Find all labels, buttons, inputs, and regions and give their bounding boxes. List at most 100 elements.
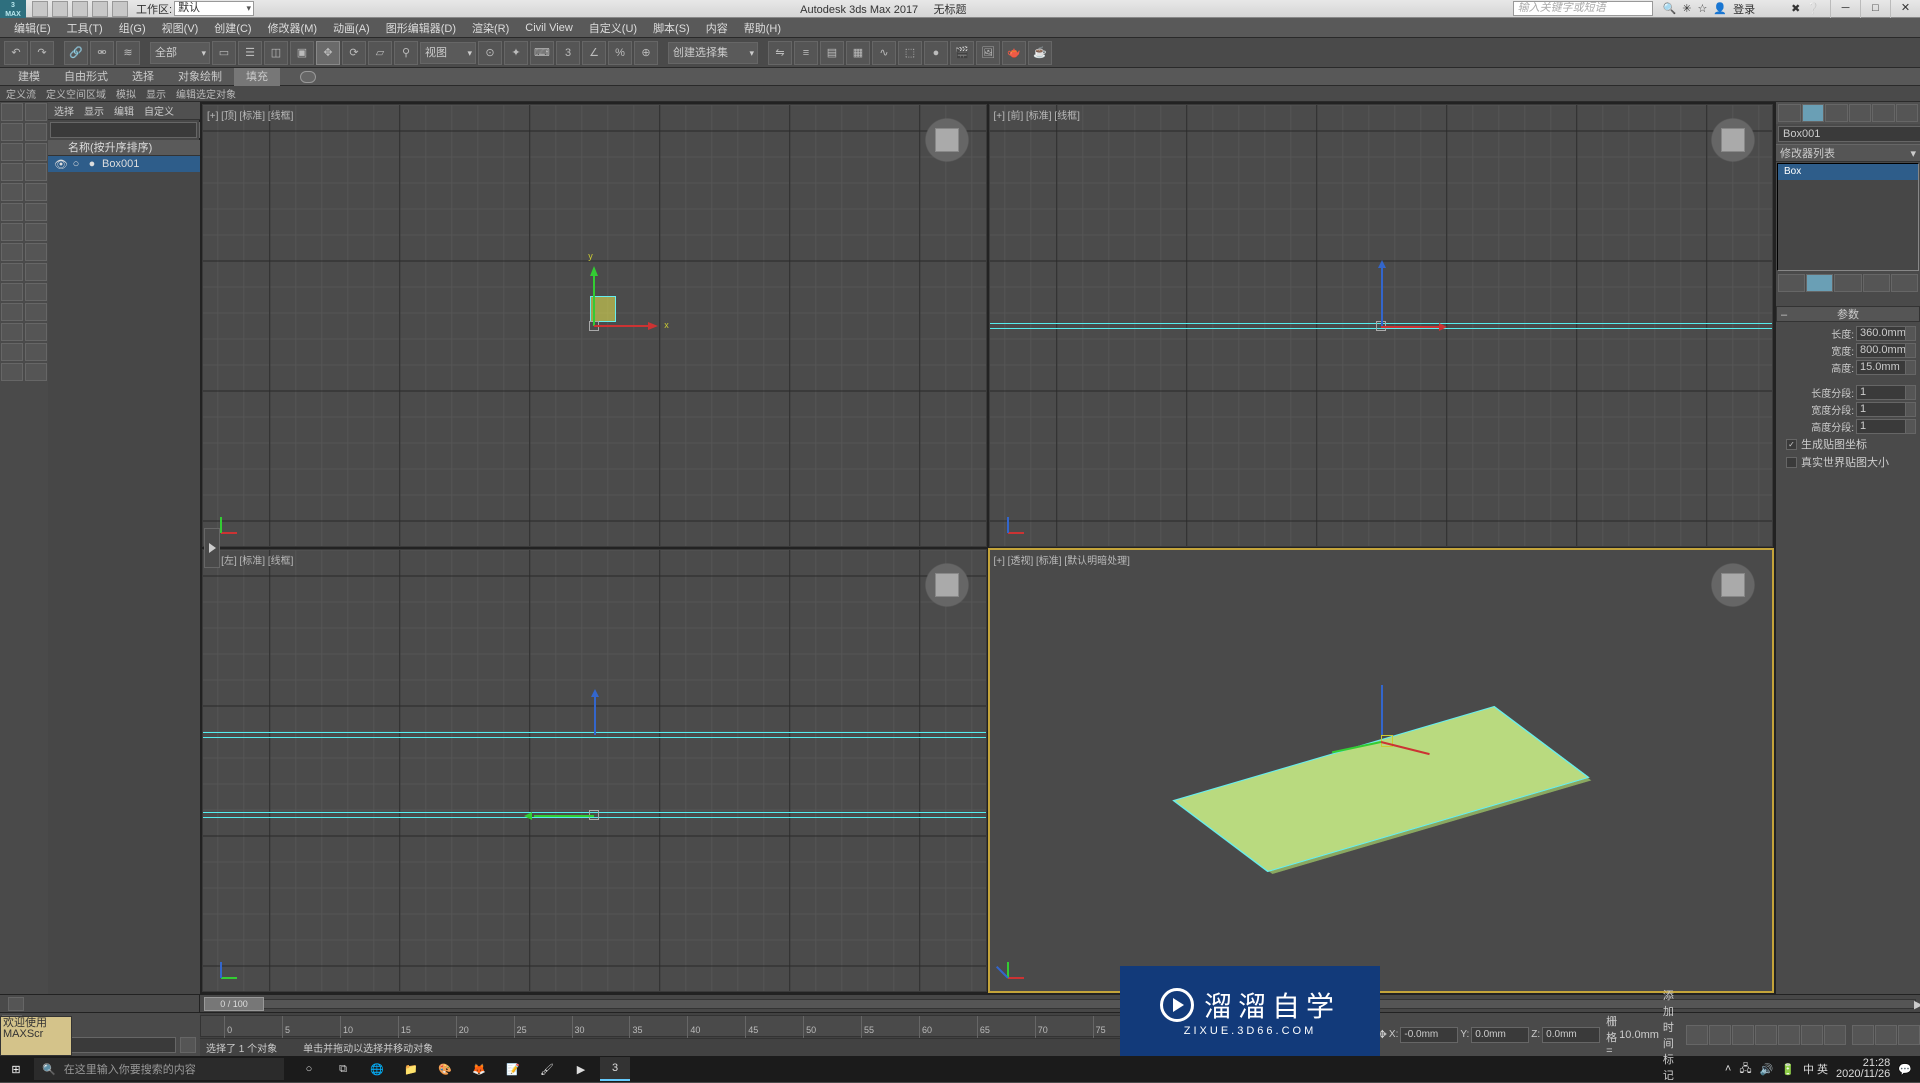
undo-icon[interactable]: ↶ [4,41,28,65]
viewport-label[interactable]: [+] [透视] [标准] [默认明暗处理] [994,552,1130,567]
cortana-icon[interactable]: ○ [294,1057,324,1081]
viewcube[interactable] [1706,113,1760,167]
filter-misc8-icon[interactable] [1,303,23,321]
curve-editor-icon[interactable]: ∿ [872,41,896,65]
key-mode-icon[interactable] [1801,1025,1823,1045]
edge-icon[interactable]: 🌐 [362,1057,392,1081]
qat-save-icon[interactable] [72,1,88,17]
menu-item[interactable]: 自定义(U) [583,20,643,36]
search-go-icon[interactable]: 🔍 [1663,2,1677,15]
render-setup-icon[interactable]: 🎬 [950,41,974,65]
coord-y-input[interactable]: 0.0mm [1471,1027,1529,1043]
help-icon[interactable]: ❔ [1806,2,1820,15]
object-name-input[interactable] [1778,126,1920,142]
filter-shapes-icon[interactable] [25,103,47,121]
menu-item[interactable]: 编辑(E) [8,20,57,36]
angle-snap-icon[interactable]: ∠ [582,41,606,65]
layer-explorer-icon[interactable]: ▤ [820,41,844,65]
menu-item[interactable]: 视图(V) [156,20,205,36]
utilities-tab-icon[interactable] [1896,104,1919,122]
stack-item-selected[interactable]: Box [1778,164,1918,180]
tray-network-icon[interactable]: 🖧 [1739,1060,1751,1079]
gizmo-y-axis[interactable] [593,276,595,326]
filter-misc3-icon[interactable] [25,243,47,261]
taskbar-search[interactable]: 🔍 在这里输入你要搜索的内容 [34,1058,284,1080]
prev-frame-icon[interactable] [1709,1025,1731,1045]
viewcube[interactable] [920,113,974,167]
pin-stack-icon[interactable] [1778,274,1805,292]
explorer-menu[interactable]: 选择 [54,103,74,118]
select-and-rotate-icon[interactable]: ⟳ [342,41,366,65]
filter-xrefs-icon[interactable] [25,163,47,181]
display-tab-icon[interactable] [1872,104,1895,122]
spinner-snap-icon[interactable]: ⊕ [634,41,658,65]
menu-item[interactable]: 工具(T) [61,20,109,36]
tray-clock[interactable]: 21:28 2020/11/26 [1836,1058,1890,1080]
zoom-extents-icon[interactable] [1898,1025,1920,1045]
spinner-arrows-icon[interactable] [1905,403,1915,416]
spinner-arrows-icon[interactable] [1905,386,1915,399]
viewport-front[interactable]: [+] [前] [标准] [线框] [989,104,1774,547]
modifier-list-combo[interactable]: 修改器列表 [1776,144,1920,162]
gizmo-z-axis[interactable] [594,695,596,735]
add-time-tag[interactable]: 添加时间标记 [1663,987,1674,1083]
minimize-button[interactable]: ─ [1830,0,1860,18]
length-spinner[interactable]: 360.0mm [1856,326,1916,341]
gizmo-z-axis[interactable] [1381,685,1383,735]
file-explorer-icon[interactable]: 📁 [396,1057,426,1081]
firefox-icon[interactable]: 🦊 [464,1057,494,1081]
gen-map-checkbox[interactable]: ✓ [1786,439,1797,450]
spinner-arrows-icon[interactable] [1905,344,1915,357]
menu-item[interactable]: 内容 [700,20,734,36]
exchange-icon[interactable]: ☆ [1698,2,1708,15]
menu-item[interactable]: 图形编辑器(D) [380,20,462,36]
menu-item[interactable]: 动画(A) [327,20,376,36]
spinner-arrows-icon[interactable] [1905,361,1915,374]
zoom-icon[interactable] [1852,1025,1874,1045]
ribbon-panel[interactable]: 显示 [146,86,166,101]
bind-spacewarp-icon[interactable]: ≋ [116,41,140,65]
filter-lights-icon[interactable] [1,123,23,141]
menu-item[interactable]: 修改器(M) [262,20,324,36]
viewcube[interactable] [1706,558,1760,612]
select-and-move-icon[interactable]: ✥ [316,41,340,65]
qat-redo-icon[interactable] [112,1,128,17]
absolute-relative-icon[interactable]: ✥ [1378,1028,1387,1041]
select-object-icon[interactable]: ▭ [212,41,236,65]
named-selection-combo[interactable]: 创建选择集 [668,42,758,64]
material-editor-icon[interactable]: ● [924,41,948,65]
lock-selection-icon[interactable]: 🔒 [1362,1028,1376,1041]
ribbon-panel[interactable]: 定义空间区域 [46,86,106,101]
close-button[interactable]: ✕ [1890,0,1920,18]
visibility-icon[interactable]: 👁 [54,158,66,171]
rollout-header[interactable]: 参数 [1776,306,1920,322]
maximize-button[interactable]: □ [1860,0,1890,18]
schematic-view-icon[interactable]: ⬚ [898,41,922,65]
zoom-all-icon[interactable] [1875,1025,1897,1045]
viewport-expand-handle[interactable] [204,528,220,568]
keyboard-shortcut-icon[interactable]: ⌨ [530,41,554,65]
ribbon-tab[interactable]: 建模 [6,68,52,86]
hierarchy-tab-icon[interactable] [1825,104,1848,122]
time-slider-thumb[interactable]: 0 / 100 [204,997,264,1011]
filter-geometry-icon[interactable] [1,103,23,121]
filter-misc4-icon[interactable] [1,263,23,281]
render-production-icon[interactable]: 🫖 [1002,41,1026,65]
viewport-label[interactable]: [+] [前] [标准] [线框] [994,107,1080,122]
time-slider-end-icon[interactable]: ▶ [1914,998,1920,1010]
menu-item[interactable]: Civil View [519,22,578,34]
filter-cameras-icon[interactable] [25,123,47,141]
length-seg-spinner[interactable]: 1 [1856,385,1916,400]
goto-start-icon[interactable] [1686,1025,1708,1045]
height-spinner[interactable]: 15.0mm [1856,360,1916,375]
filter-containers-icon[interactable] [25,183,47,201]
coord-x-input[interactable]: -0.0mm [1400,1027,1458,1043]
toggle-ribbon-icon[interactable]: ▦ [846,41,870,65]
filter-misc1-icon[interactable] [25,223,47,241]
next-frame-icon[interactable] [1755,1025,1777,1045]
modifier-stack[interactable]: Box [1777,163,1919,271]
modify-tab-icon[interactable] [1802,104,1825,122]
filter-misc12-icon[interactable] [1,343,23,361]
maxscript-mini-listener[interactable]: 欢迎使用 MAXScr [0,1016,72,1056]
filter-misc7-icon[interactable] [25,283,47,301]
